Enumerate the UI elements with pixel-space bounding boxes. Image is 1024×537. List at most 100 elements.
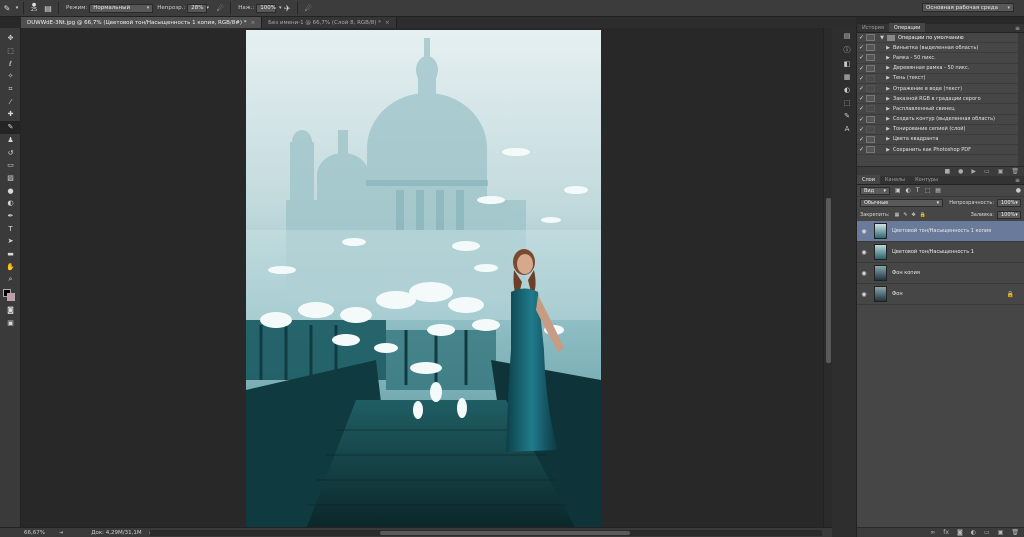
- dialog-toggle-icon[interactable]: [866, 54, 875, 62]
- lasso-tool-icon[interactable]: ℓ: [0, 57, 21, 70]
- filter-toggle-icon[interactable]: ●: [1016, 187, 1021, 194]
- dialog-toggle-icon[interactable]: [866, 95, 875, 103]
- tab-history[interactable]: История: [857, 23, 889, 32]
- trash-icon[interactable]: 🗑: [1011, 168, 1019, 175]
- checkmark-icon[interactable]: ✓: [857, 44, 866, 51]
- tab-document-1[interactable]: DUWWdE-3Nt.jpg @ 66,7% (Цветовой тон/Нас…: [21, 17, 263, 28]
- layer-opacity-input[interactable]: 100% ▾: [997, 199, 1021, 207]
- crop-tool-icon[interactable]: ⌗: [0, 83, 21, 96]
- hand-tool-icon[interactable]: ✋: [0, 260, 21, 273]
- action-row[interactable]: ✓ ▶ Цвета квадранта: [857, 135, 1024, 146]
- checkmark-icon[interactable]: ✓: [857, 85, 866, 92]
- tab-paths[interactable]: Контуры: [910, 175, 943, 184]
- marquee-tool-icon[interactable]: ⬚: [0, 45, 21, 58]
- lock-icon[interactable]: 🔒: [1007, 291, 1014, 298]
- history-panel-icon[interactable]: ▤: [844, 32, 851, 40]
- collapsed-triangle-icon[interactable]: ▶: [883, 106, 893, 112]
- brush-tool-icon[interactable]: ✎: [0, 120, 21, 134]
- checkmark-icon[interactable]: ✓: [857, 146, 866, 153]
- collapsed-triangle-icon[interactable]: ▶: [883, 45, 893, 51]
- panel-menu-icon[interactable]: ≡: [1015, 177, 1024, 184]
- adjustment-layer-icon[interactable]: ◐: [971, 529, 976, 536]
- swatches-panel-icon[interactable]: ▦: [844, 73, 851, 81]
- close-icon[interactable]: ×: [250, 20, 255, 26]
- background-color-swatch[interactable]: [7, 292, 15, 301]
- pen-tool-icon[interactable]: ✒: [0, 210, 21, 223]
- mode-dropdown[interactable]: Нормальный ▾: [89, 3, 154, 13]
- eye-icon[interactable]: ◉: [857, 249, 871, 256]
- eye-icon[interactable]: ◉: [857, 291, 871, 298]
- action-row[interactable]: ✓ ▶ Тень (текст): [857, 74, 1024, 84]
- shape-filter-icon[interactable]: ⬚: [925, 187, 931, 194]
- new-set-icon[interactable]: ▭: [984, 168, 990, 175]
- tab-layers[interactable]: Слои: [857, 175, 880, 184]
- filter-kind-dropdown[interactable]: Вид ▾: [860, 186, 890, 195]
- eye-icon[interactable]: ◉: [857, 270, 871, 277]
- action-row[interactable]: ✓ ▶ Создать контур (выделенная область): [857, 115, 1024, 125]
- zoom-level[interactable]: 66,67%: [24, 530, 45, 536]
- lock-pixels-icon[interactable]: ✎: [903, 212, 907, 218]
- layer-row[interactable]: ◉ Цветовой тон/Насыщенность 1 копия: [857, 221, 1024, 242]
- layer-style-icon[interactable]: fx: [943, 529, 949, 536]
- eraser-tool-icon[interactable]: ▭: [0, 159, 21, 172]
- airbrush-icon[interactable]: ✈: [280, 2, 294, 14]
- action-row[interactable]: ✓ ▶ Отражение в воде (текст): [857, 84, 1024, 95]
- collapsed-triangle-icon[interactable]: ▶: [883, 136, 893, 142]
- action-set-row[interactable]: ✓ ▼ Операции по умолчанию: [857, 33, 1024, 44]
- flow-input[interactable]: 100% ▾: [256, 3, 282, 13]
- checkmark-icon[interactable]: ✓: [857, 54, 866, 61]
- dialog-toggle-icon[interactable]: [866, 85, 875, 93]
- pressure-opacity-icon[interactable]: ☄: [213, 2, 227, 14]
- expand-triangle-icon[interactable]: ▼: [877, 35, 887, 41]
- action-row[interactable]: ✓ ▶ Рамка - 50 пикс.: [857, 53, 1024, 64]
- eyedropper-tool-icon[interactable]: ⁄: [0, 95, 21, 108]
- tab-document-2[interactable]: Без имени-1 @ 66,7% (Слой 8, RGB/8) * ×: [262, 17, 397, 28]
- shape-tool-icon[interactable]: ▬: [0, 248, 21, 261]
- new-layer-icon[interactable]: ▣: [998, 529, 1004, 536]
- close-icon[interactable]: ×: [385, 20, 390, 26]
- brush-preset-picker[interactable]: ● 25: [27, 2, 41, 14]
- type-tool-icon[interactable]: T: [0, 222, 21, 235]
- new-group-icon[interactable]: ▭: [984, 529, 990, 536]
- dialog-toggle-icon[interactable]: [866, 44, 875, 52]
- adjustment-filter-icon[interactable]: ◐: [906, 187, 911, 194]
- character-panel-icon[interactable]: A: [845, 125, 850, 133]
- collapsed-triangle-icon[interactable]: ▶: [883, 75, 893, 81]
- status-menu-icon[interactable]: ⇥: [59, 530, 63, 536]
- dialog-toggle-icon[interactable]: [866, 64, 875, 72]
- dodge-tool-icon[interactable]: ◐: [0, 197, 21, 210]
- layer-row[interactable]: ◉ Цветовой тон/Насыщенность 1: [857, 242, 1024, 263]
- link-layers-icon[interactable]: ∞: [930, 529, 935, 536]
- vertical-scroll-thumb[interactable]: [826, 198, 831, 363]
- styles-panel-icon[interactable]: ⬚: [844, 99, 851, 107]
- tool-preset-dropdown-icon[interactable]: ▾: [14, 2, 20, 14]
- collapsed-triangle-icon[interactable]: ▶: [883, 65, 893, 71]
- brush-panel-icon[interactable]: ✎: [844, 112, 850, 120]
- layer-row[interactable]: ◉ Фон 🔒: [857, 284, 1024, 305]
- panel-menu-icon[interactable]: ≡: [1015, 25, 1024, 32]
- screen-mode-icon[interactable]: ▣: [0, 316, 21, 329]
- lock-transparent-icon[interactable]: ▦: [895, 212, 900, 218]
- history-brush-tool-icon[interactable]: ↺: [0, 146, 21, 159]
- dialog-toggle-icon[interactable]: [866, 74, 875, 82]
- layer-row[interactable]: ◉ Фон копия: [857, 263, 1024, 284]
- opacity-input[interactable]: 28% ▾: [187, 3, 209, 13]
- dialog-toggle-icon[interactable]: [866, 135, 875, 143]
- action-row[interactable]: ✓ ▶ Виньетка (выделенная область): [857, 43, 1024, 54]
- move-tool-icon[interactable]: ✥: [0, 32, 21, 45]
- action-row[interactable]: ✓ ▶ Сохранить как Photoshop PDF: [857, 145, 1024, 156]
- dialog-toggle-icon[interactable]: [866, 105, 875, 113]
- blur-tool-icon[interactable]: ●: [0, 184, 21, 197]
- healing-brush-tool-icon[interactable]: ✚: [0, 108, 21, 121]
- collapsed-triangle-icon[interactable]: ▶: [883, 116, 893, 122]
- action-row[interactable]: ✓ ▶ Заказной RGB в градации серого: [857, 94, 1024, 105]
- adjustments-panel-icon[interactable]: ◐: [844, 86, 850, 94]
- play-icon[interactable]: ▶: [971, 168, 976, 175]
- canvas-area[interactable]: [21, 28, 823, 529]
- smart-object-filter-icon[interactable]: ▤: [935, 187, 941, 194]
- action-row[interactable]: ✓ ▶ Расплавленный свинец: [857, 104, 1024, 115]
- add-mask-icon[interactable]: ◙: [957, 529, 963, 536]
- checkmark-icon[interactable]: ✓: [857, 126, 866, 133]
- lock-all-icon[interactable]: 🔒: [920, 212, 926, 218]
- checkmark-icon[interactable]: ✓: [857, 95, 866, 102]
